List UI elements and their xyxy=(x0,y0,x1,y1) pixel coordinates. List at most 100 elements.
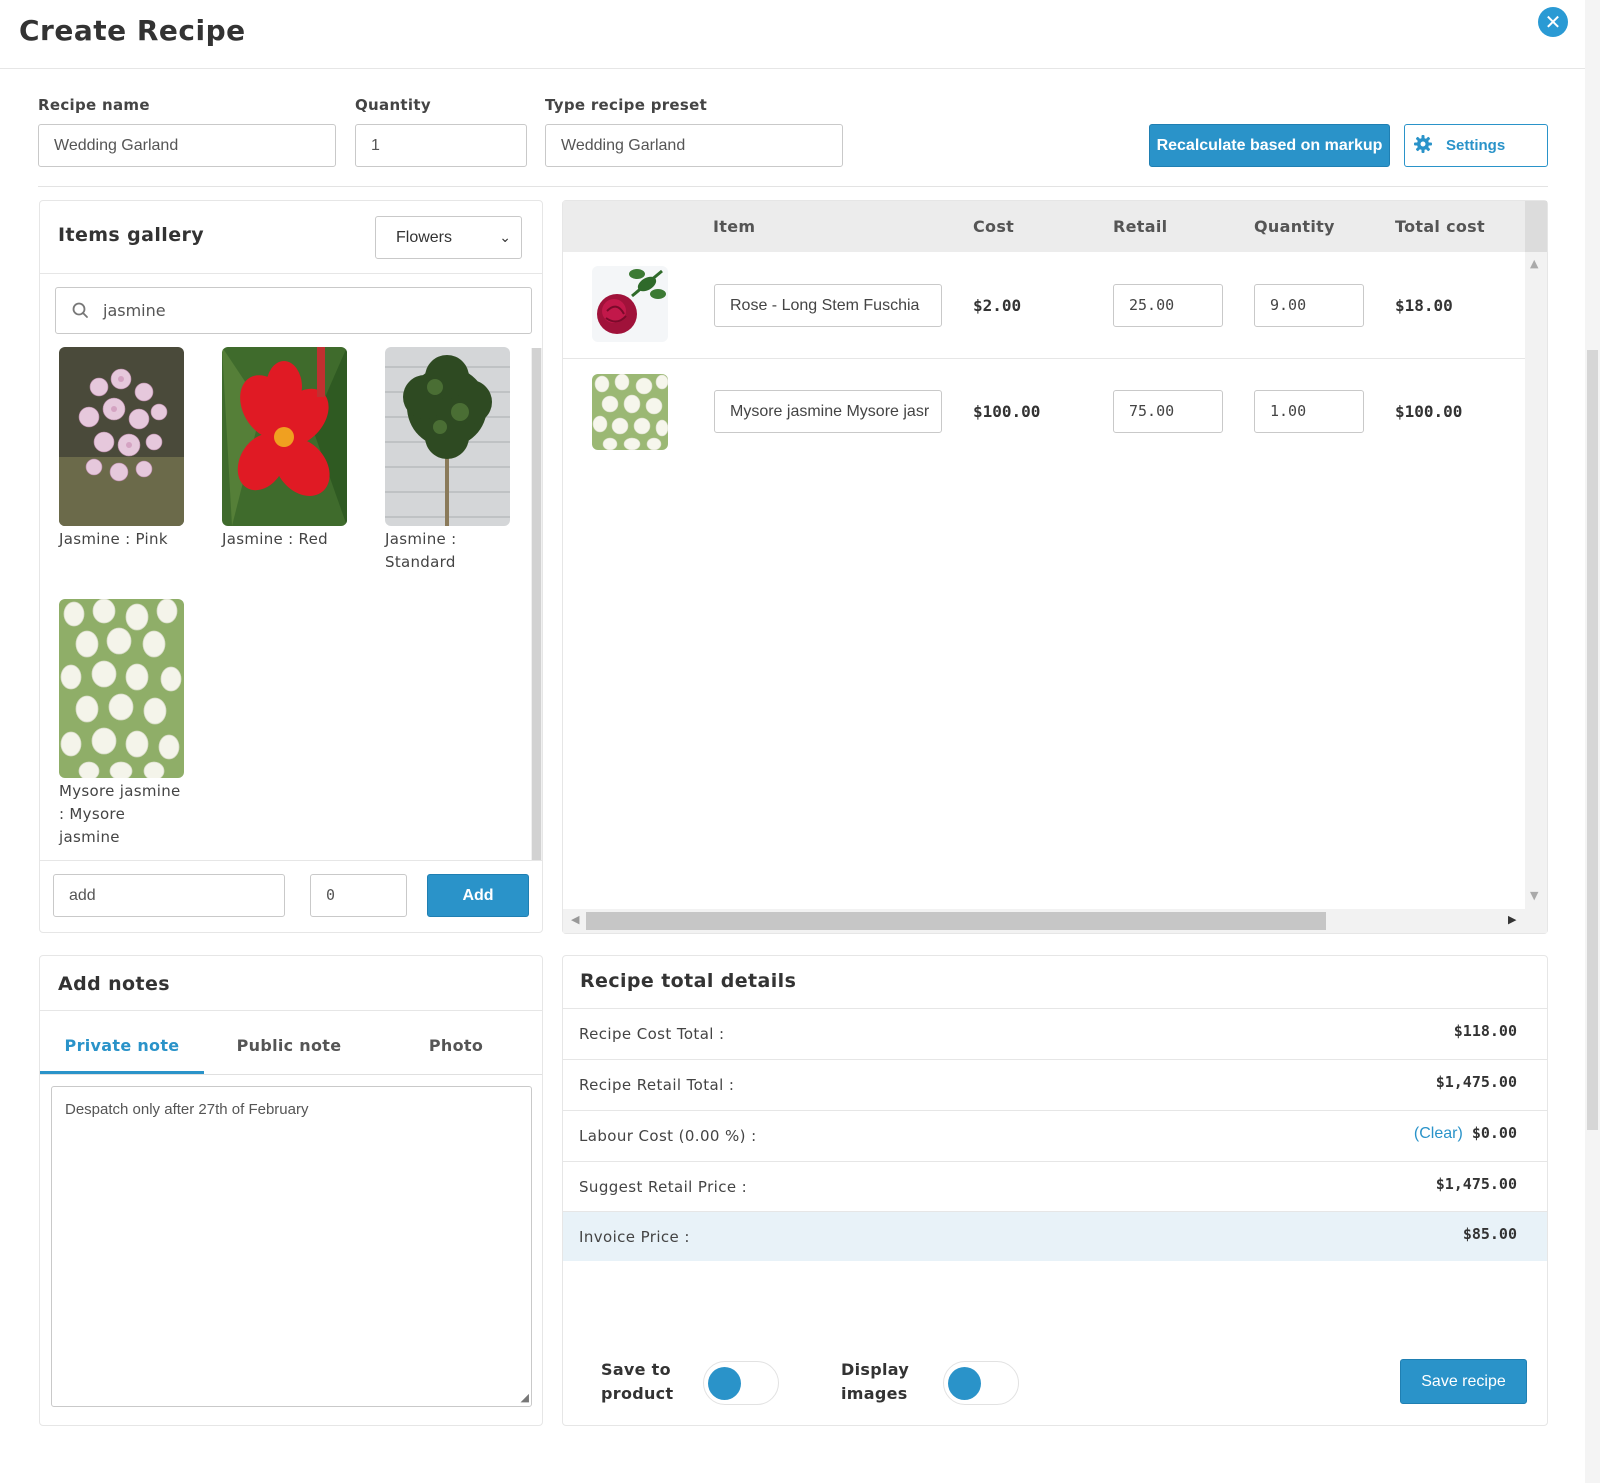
total-value: $1,475.00 xyxy=(1435,1073,1517,1091)
toggle-knob xyxy=(948,1367,981,1400)
resize-handle-icon[interactable]: ◢ xyxy=(521,1391,529,1404)
chevron-down-icon: ⌄ xyxy=(499,229,511,245)
gallery-scrollbar[interactable] xyxy=(531,348,542,860)
row-item-input[interactable]: Mysore jasmine Mysore jasr xyxy=(714,390,942,433)
table-vertical-scrollbar[interactable] xyxy=(1525,201,1547,909)
total-label: Recipe Cost Total : xyxy=(579,1025,725,1043)
page-scrollbar[interactable] xyxy=(1585,0,1600,1483)
notes-header-divider xyxy=(40,1010,542,1011)
add-item-input[interactable]: add xyxy=(53,874,285,917)
gallery-search-input[interactable]: jasmine xyxy=(55,287,532,334)
save-to-product-toggle[interactable] xyxy=(703,1361,779,1405)
clear-labour-link[interactable]: (Clear) xyxy=(1414,1125,1463,1142)
row-divider xyxy=(563,358,1525,359)
jasmine-standard-image xyxy=(385,347,510,526)
gallery-item-caption: Jasmine : Pink xyxy=(59,530,168,548)
total-value: $118.00 xyxy=(1453,1022,1517,1040)
row-retail-input[interactable]: 25.00 xyxy=(1113,284,1223,327)
table-horizontal-scrollbar-thumb[interactable] xyxy=(586,912,1326,930)
gear-icon xyxy=(1413,134,1433,158)
search-value: jasmine xyxy=(103,301,166,320)
display-images-toggle[interactable] xyxy=(943,1361,1019,1405)
row-cost: $2.00 xyxy=(973,296,1022,315)
gallery-item-caption: Mysore jasmine : Mysore jasmine xyxy=(59,782,181,846)
mysore-jasmine-thumbnail xyxy=(592,374,668,450)
total-label: Recipe Retail Total : xyxy=(579,1076,735,1094)
row-item-input[interactable]: Rose - Long Stem Fuschia xyxy=(714,284,942,327)
tab-public-note[interactable]: Public note xyxy=(207,1018,371,1074)
quantity-input[interactable]: 1 xyxy=(355,124,527,167)
close-icon[interactable]: ✕ xyxy=(1538,7,1568,37)
scroll-left-arrow-icon[interactable]: ◀ xyxy=(571,913,579,926)
recipe-total-title: Recipe total details xyxy=(580,970,797,992)
gallery-scrollbar-thumb[interactable] xyxy=(532,348,541,860)
toggle-knob xyxy=(708,1367,741,1400)
table-header: Item Cost Retail Quantity Total cost xyxy=(563,201,1525,252)
form-divider xyxy=(38,186,1548,187)
row-retail-input[interactable]: 75.00 xyxy=(1113,390,1223,433)
page-scrollbar-thumb[interactable] xyxy=(1587,350,1598,1130)
row-cost: $100.00 xyxy=(973,402,1041,421)
scroll-up-arrow-icon[interactable]: ▲ xyxy=(1530,257,1538,270)
gallery-footer-divider xyxy=(40,860,542,861)
scroll-down-arrow-icon[interactable]: ▼ xyxy=(1530,889,1538,902)
save-to-product-label: Save to product xyxy=(601,1360,674,1403)
total-row-invoice: Invoice Price : $85.00 xyxy=(563,1211,1547,1261)
search-icon xyxy=(70,300,92,322)
gallery-item-jasmine-pink[interactable]: Jasmine : Pink xyxy=(59,347,185,551)
column-header-item: Item xyxy=(713,217,756,236)
table-horizontal-scrollbar[interactable]: ◀ ▶ xyxy=(563,909,1547,933)
jasmine-red-image xyxy=(222,347,347,526)
column-header-cost: Cost xyxy=(973,217,1015,236)
gallery-item-jasmine-standard[interactable]: Jasmine : Standard xyxy=(385,347,511,574)
category-select-value: Flowers xyxy=(396,229,453,246)
preset-input[interactable]: Wedding Garland xyxy=(545,124,843,167)
recipe-name-label: Recipe name xyxy=(38,96,150,114)
modal-title: Create Recipe xyxy=(19,14,246,47)
display-images-label: Display images xyxy=(841,1360,910,1403)
preset-label: Type recipe preset xyxy=(545,96,708,114)
add-quantity-input[interactable]: 0 xyxy=(310,874,407,917)
tab-private-note[interactable]: Private note xyxy=(40,1018,204,1074)
recalculate-button[interactable]: Recalculate based on markup xyxy=(1149,124,1390,167)
scroll-right-arrow-icon[interactable]: ▶ xyxy=(1508,913,1516,926)
row-total-cost: $100.00 xyxy=(1395,402,1463,421)
category-select[interactable]: Flowers ⌄ xyxy=(375,216,522,259)
total-label: Suggest Retail Price : xyxy=(579,1178,748,1196)
total-value: $1,475.00 xyxy=(1435,1175,1517,1193)
total-row-cost: Recipe Cost Total : $118.00 xyxy=(563,1008,1547,1058)
jasmine-pink-image xyxy=(59,347,184,526)
settings-button[interactable]: Settings xyxy=(1404,124,1548,167)
modal-header: Create Recipe ✕ xyxy=(0,0,1585,69)
column-header-quantity: Quantity xyxy=(1254,217,1335,236)
total-label: Invoice Price : xyxy=(579,1228,690,1246)
total-value: $85.00 xyxy=(1462,1225,1517,1243)
row-total-cost: $18.00 xyxy=(1395,296,1453,315)
column-header-retail: Retail xyxy=(1113,217,1168,236)
mysore-jasmine-image xyxy=(59,599,184,778)
gallery-item-mysore-jasmine[interactable]: Mysore jasmine : Mysore jasmine xyxy=(59,599,185,849)
gallery-item-caption: Jasmine : Standard xyxy=(385,530,457,571)
gallery-item-caption: Jasmine : Red xyxy=(222,530,328,548)
total-value: $0.00 xyxy=(1471,1124,1517,1142)
gallery-header-divider xyxy=(40,273,542,274)
total-row-suggest-retail: Suggest Retail Price : $1,475.00 xyxy=(563,1161,1547,1211)
total-row-labour: Labour Cost (0.00 %) : (Clear) $0.00 xyxy=(563,1110,1547,1160)
total-label: Labour Cost (0.00 %) : xyxy=(579,1127,757,1145)
save-recipe-button[interactable]: Save recipe xyxy=(1400,1359,1527,1404)
rose-image xyxy=(592,266,668,342)
column-header-total-cost: Total cost xyxy=(1395,217,1485,236)
tab-photo[interactable]: Photo xyxy=(374,1018,538,1074)
table-scroll-corner xyxy=(1525,201,1547,252)
recipe-name-input[interactable]: Wedding Garland xyxy=(38,124,336,167)
add-button[interactable]: Add xyxy=(427,874,529,917)
row-quantity-input[interactable]: 1.00 xyxy=(1254,390,1364,433)
create-recipe-modal: Create Recipe ✕ Recipe name Wedding Garl… xyxy=(0,0,1600,1483)
items-gallery-title: Items gallery xyxy=(58,224,205,246)
note-text: Despatch only after 27th of February xyxy=(65,1101,309,1118)
row-quantity-input[interactable]: 9.00 xyxy=(1254,284,1364,327)
private-note-textarea[interactable]: Despatch only after 27th of February ◢ xyxy=(51,1086,532,1407)
add-notes-title: Add notes xyxy=(58,973,170,995)
gallery-item-jasmine-red[interactable]: Jasmine : Red xyxy=(222,347,348,551)
tabs-divider xyxy=(40,1074,542,1075)
